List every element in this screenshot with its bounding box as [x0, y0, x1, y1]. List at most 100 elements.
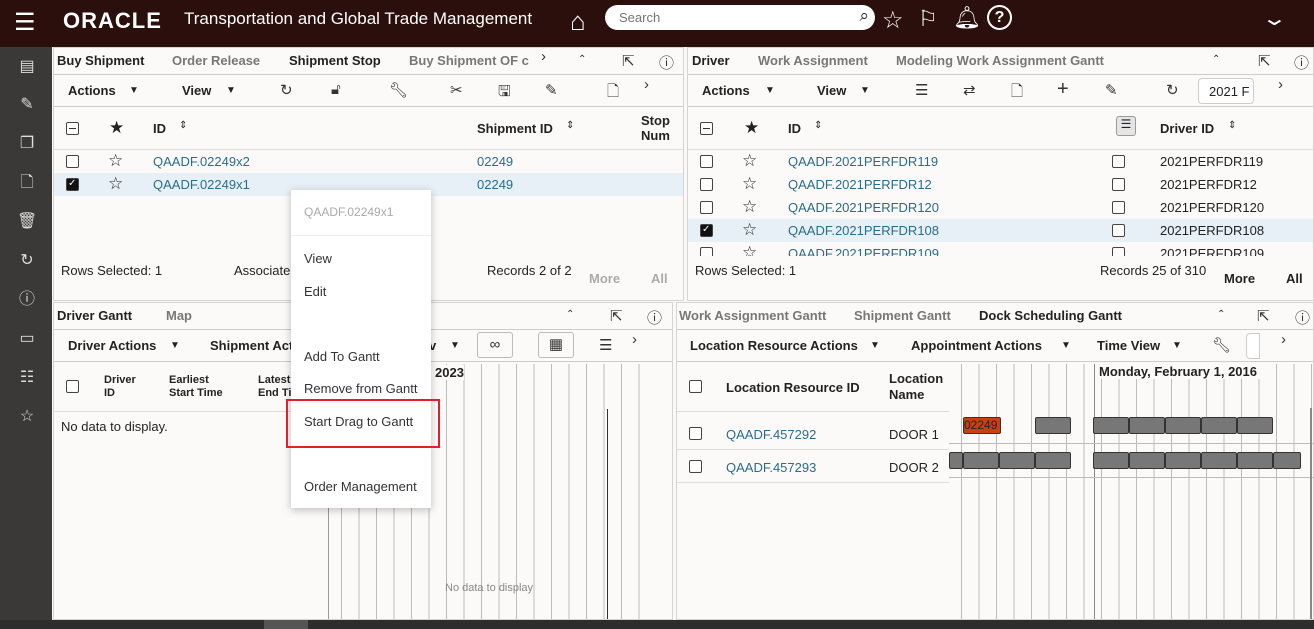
- search-input[interactable]: [619, 10, 839, 25]
- actions-caret-icon[interactable]: ▼: [129, 85, 139, 96]
- view-caret-icon[interactable]: ▼: [226, 85, 236, 96]
- appointment-bar[interactable]: [1237, 417, 1273, 434]
- maximize-icon[interactable]: ⇱: [1257, 307, 1270, 325]
- row-id-link[interactable]: QAADF.02249x2: [153, 154, 250, 169]
- collapse-icon[interactable]: ⌃: [566, 309, 574, 320]
- tab-driver-gantt[interactable]: Driver Gantt: [57, 308, 132, 323]
- driver-actions-menu[interactable]: Driver Actions: [68, 338, 156, 353]
- wrench-icon[interactable]: 🔧︎: [1212, 336, 1231, 354]
- appointment-caret-icon[interactable]: ▼: [1061, 340, 1071, 351]
- row-checkbox[interactable]: [700, 201, 713, 214]
- view-caret-icon[interactable]: ▼: [860, 85, 870, 96]
- appointment-bar[interactable]: [1201, 417, 1237, 434]
- glasses-icon[interactable]: ∞: [477, 332, 513, 358]
- appointment-bar[interactable]: [1035, 452, 1071, 469]
- menu-item-edit[interactable]: Edit: [304, 284, 326, 299]
- info-icon[interactable]: ⓘ: [659, 52, 674, 73]
- appointment-bar[interactable]: [999, 452, 1035, 469]
- calendar-icon[interactable]: ▦: [538, 332, 574, 358]
- appointment-bar[interactable]: [949, 452, 963, 469]
- select-all-checkbox[interactable]: [66, 380, 79, 393]
- refresh-icon[interactable]: ↻: [1166, 81, 1179, 99]
- appointment-actions-menu[interactable]: Appointment Actions: [911, 338, 1042, 353]
- menu-item-view[interactable]: View: [304, 251, 332, 266]
- appointment-bar[interactable]: [1035, 417, 1071, 434]
- search-box[interactable]: ⌕: [605, 5, 875, 30]
- help-icon[interactable]: ?: [987, 5, 1012, 30]
- view-menu[interactable]: View: [182, 83, 211, 98]
- add-row-icon[interactable]: ☰: [915, 81, 928, 99]
- favorite-star-icon[interactable]: ☆: [742, 197, 757, 217]
- select-all-checkbox[interactable]: [700, 122, 713, 135]
- column-stop-num[interactable]: Stop: [641, 113, 670, 128]
- swap-icon[interactable]: ⇄: [963, 81, 976, 99]
- all-button[interactable]: All: [1286, 271, 1303, 286]
- table-row[interactable]: ☆ QAADF.02249x2 02249: [54, 150, 683, 173]
- vertical-scrollbar[interactable]: [1310, 408, 1312, 619]
- menu-item-remove-from-gantt[interactable]: Remove from Gantt: [304, 381, 417, 396]
- time-view-menu[interactable]: Time View: [1097, 338, 1160, 353]
- tools-icon[interactable]: ✂: [450, 81, 463, 99]
- sort-icon[interactable]: ⇕: [814, 120, 822, 131]
- toolbar-next-icon[interactable]: ›: [1278, 76, 1283, 93]
- appointment-bar[interactable]: [1093, 417, 1129, 434]
- view-menu[interactable]: View: [817, 83, 846, 98]
- column-driver-id[interactable]: Driver ID: [1160, 121, 1214, 136]
- table-row[interactable]: ☆ QAADF.2021PERFDR119 2021PERFDR119: [688, 150, 1313, 173]
- row-checkbox[interactable]: [689, 427, 702, 440]
- row-id-link[interactable]: QAADF.2021PERFDR109: [788, 246, 939, 256]
- dock-gantt-chart[interactable]: Monday, February 1, 2016 02249: [949, 364, 1313, 619]
- all-button[interactable]: All: [651, 271, 668, 286]
- toolbar-next-icon[interactable]: ›: [644, 76, 649, 93]
- notifications-icon[interactable]: 🔔︎: [953, 5, 981, 31]
- home-icon[interactable]: ⌂: [570, 6, 586, 37]
- appointment-bar[interactable]: [1129, 452, 1165, 469]
- tab-order-release[interactable]: Order Release: [172, 53, 260, 68]
- tab-shipment-stop[interactable]: Shipment Stop: [289, 53, 381, 68]
- column-driver-id[interactable]: Driver: [104, 374, 136, 386]
- table-row[interactable]: ☆ QAADF.2021PERFDR109 2021PERFDR109: [688, 242, 1313, 256]
- trash-icon[interactable]: 🗑︎: [17, 212, 37, 232]
- collapse-icon[interactable]: ⌃: [1212, 54, 1220, 65]
- associate-label[interactable]: Associate: [234, 263, 290, 278]
- table-row[interactable]: ☆ QAADF.2021PERFDR12 2021PERFDR12: [688, 173, 1313, 196]
- edit-list-icon[interactable]: ✎: [17, 95, 37, 115]
- maximize-icon[interactable]: ⇱: [622, 52, 635, 70]
- collapse-icon[interactable]: ⌃: [578, 54, 586, 65]
- table-row[interactable]: QAADF.457292 DOOR 1: [677, 417, 949, 450]
- monitor-icon[interactable]: ▭: [17, 329, 37, 349]
- shipment-id-link[interactable]: 02249: [477, 177, 513, 192]
- more-button[interactable]: More: [589, 271, 620, 286]
- appointment-bar-highlighted[interactable]: 02249: [963, 417, 1001, 434]
- field-stub[interactable]: [1246, 333, 1260, 359]
- column-id[interactable]: ID: [153, 121, 166, 136]
- row-flag-checkbox[interactable]: [1112, 247, 1125, 256]
- location-resource-link[interactable]: QAADF.457292: [726, 427, 816, 442]
- row-id-link[interactable]: QAADF.02249x1: [153, 177, 250, 192]
- favorite-star-icon[interactable]: ☆: [108, 151, 123, 171]
- column-id[interactable]: ID: [788, 121, 801, 136]
- tabs-next-icon[interactable]: ›: [541, 48, 546, 65]
- row-checkbox[interactable]: [66, 155, 79, 168]
- appointment-bar[interactable]: [1093, 452, 1129, 469]
- document-icon[interactable]: 🗋︎: [607, 81, 619, 106]
- tab-map[interactable]: Map: [166, 308, 192, 323]
- appointment-bar[interactable]: [1237, 452, 1273, 469]
- row-flag-checkbox[interactable]: [1112, 155, 1125, 168]
- appointment-bar[interactable]: [1165, 417, 1201, 434]
- column-earliest-start[interactable]: Earliest: [169, 374, 209, 386]
- row-checkbox[interactable]: [689, 460, 702, 473]
- column-location-resource-id[interactable]: Location Resource ID: [726, 380, 860, 395]
- actions-menu[interactable]: Actions: [702, 83, 750, 98]
- refresh-icon[interactable]: ↻: [280, 81, 293, 99]
- refresh-icon[interactable]: ↻: [17, 251, 37, 271]
- row-id-link[interactable]: QAADF.2021PERFDR108: [788, 223, 939, 238]
- column-shipment-id[interactable]: Shipment ID: [477, 121, 553, 136]
- favorite-star-icon[interactable]: ☆: [742, 151, 757, 171]
- edit-icon[interactable]: ✎: [1105, 81, 1118, 99]
- column-location-name[interactable]: Location: [889, 371, 943, 386]
- appointment-bar[interactable]: [1273, 452, 1301, 469]
- unlock-icon[interactable]: 🔓︎: [331, 81, 341, 98]
- favorite-star-icon[interactable]: ☆: [108, 174, 123, 194]
- scrollbar-thumb[interactable]: [264, 620, 308, 629]
